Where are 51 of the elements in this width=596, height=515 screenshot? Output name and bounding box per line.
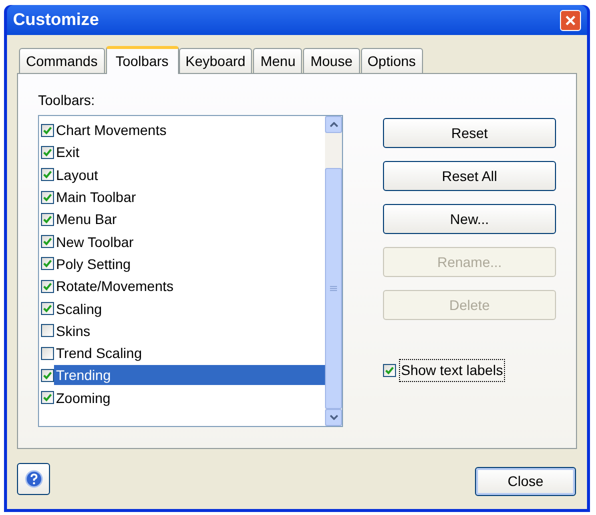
- help-icon: [24, 470, 42, 488]
- toolbars-label: Toolbars:: [38, 91, 96, 110]
- list-item[interactable]: Layout: [54, 164, 325, 185]
- list-item[interactable]: Poly Setting: [54, 254, 325, 274]
- list-item[interactable]: Exit: [54, 142, 325, 162]
- checkbox[interactable]: [41, 146, 54, 159]
- checkbox[interactable]: [41, 212, 54, 226]
- list-item[interactable]: Trending: [54, 365, 325, 386]
- list-item[interactable]: Menu Bar: [54, 209, 325, 230]
- list-item[interactable]: Trend Scaling: [54, 343, 325, 364]
- checkbox[interactable]: [41, 235, 54, 248]
- scrollbar[interactable]: [325, 116, 342, 426]
- close-icon: [565, 14, 576, 26]
- list-item[interactable]: Rotate/Movements: [54, 276, 325, 296]
- grip-icon: [330, 286, 337, 292]
- chevron-down-icon: [330, 415, 338, 420]
- checkbox[interactable]: [41, 280, 54, 293]
- checkbox[interactable]: [41, 368, 54, 382]
- action-button[interactable]: New...: [383, 204, 556, 234]
- scroll-up-button[interactable]: [325, 116, 342, 133]
- list-item[interactable]: Skins: [54, 320, 325, 341]
- tab[interactable]: Toolbars: [106, 46, 179, 74]
- checkbox[interactable]: [41, 190, 54, 204]
- checkbox[interactable]: [41, 391, 54, 404]
- checkbox[interactable]: [41, 346, 54, 360]
- checkbox[interactable]: [41, 302, 54, 316]
- checkbox[interactable]: [41, 324, 54, 338]
- tab[interactable]: Commands: [19, 48, 105, 73]
- list-item[interactable]: Scaling: [54, 298, 325, 319]
- list-item[interactable]: Main Toolbar: [54, 187, 325, 208]
- close-button[interactable]: [560, 10, 581, 30]
- help-button[interactable]: [17, 463, 50, 495]
- scroll-down-button[interactable]: [325, 409, 342, 426]
- tab[interactable]: Options: [360, 48, 423, 73]
- chevron-up-icon: [330, 122, 338, 127]
- checkbox[interactable]: [41, 124, 54, 137]
- checkbox[interactable]: [41, 168, 54, 182]
- close-dialog-button[interactable]: Close: [475, 467, 576, 496]
- list-item[interactable]: New Toolbar: [54, 232, 325, 252]
- checkbox-label[interactable]: Show text labels: [399, 359, 505, 382]
- tab[interactable]: Keyboard: [178, 48, 252, 73]
- checkbox[interactable]: [41, 257, 54, 270]
- window-title: Customize: [13, 9, 99, 32]
- tab[interactable]: Mouse: [303, 48, 360, 73]
- tab[interactable]: Menu: [253, 48, 302, 73]
- action-button[interactable]: Reset All: [383, 161, 556, 191]
- scroll-thumb[interactable]: [325, 168, 342, 409]
- list-item[interactable]: Zooming: [54, 388, 325, 408]
- action-button[interactable]: Reset: [383, 118, 556, 148]
- checkbox[interactable]: [383, 364, 396, 377]
- list-item[interactable]: Chart Movements: [54, 120, 325, 140]
